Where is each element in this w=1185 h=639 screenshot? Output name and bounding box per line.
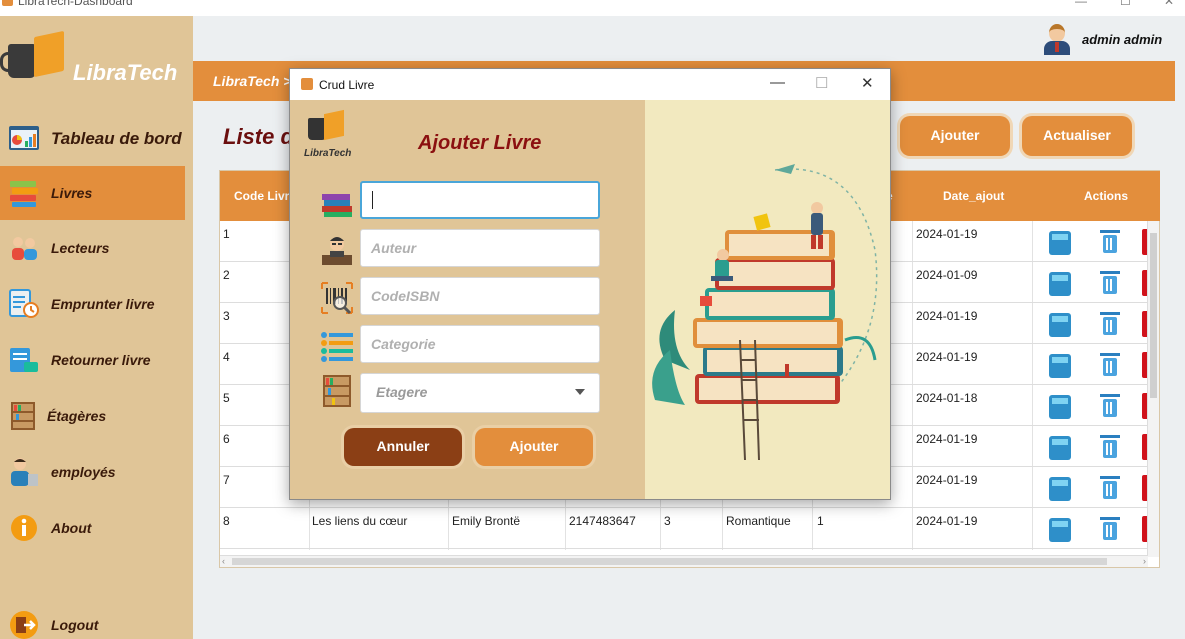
dialog-heading: Ajouter Livre <box>418 132 542 154</box>
edit-icon[interactable] <box>1049 518 1071 542</box>
dialog-illustration <box>645 100 890 499</box>
delete-icon[interactable] <box>1100 517 1120 540</box>
edit-icon[interactable] <box>1049 231 1071 255</box>
sidebar-item-return[interactable]: Retourner livre <box>0 333 185 387</box>
brand-logo: LibraTech <box>0 30 188 94</box>
dialog-title: Crud Livre <box>319 78 375 92</box>
brand-name: LibraTech <box>73 60 178 85</box>
sidebar-item-label: Emprunter livre <box>51 296 155 312</box>
sidebar-item-readers[interactable]: Lecteurs <box>0 221 185 275</box>
add-button[interactable]: Ajouter <box>475 428 593 466</box>
sidebar-item-label: Livres <box>51 185 93 201</box>
books-icon <box>10 181 38 207</box>
horizontal-scrollbar[interactable]: ‹ › <box>220 555 1148 567</box>
category-list-icon <box>321 332 353 362</box>
column-header-date[interactable]: Date_ajout <box>943 189 1004 203</box>
book-icon <box>324 109 344 141</box>
sidebar-item-label: About <box>51 520 92 536</box>
column-header-code[interactable]: Code Livre <box>234 189 296 203</box>
sidebar-item-label: Tableau de bord <box>51 129 182 148</box>
delete-icon[interactable] <box>1100 312 1120 335</box>
sidebar-item-label: Retourner livre <box>51 352 151 368</box>
window-title: LibraTech-Dashboard <box>18 0 133 8</box>
refresh-button[interactable]: Actualiser <box>1022 116 1132 156</box>
return-icon <box>10 348 38 372</box>
sidebar-item-books[interactable]: Livres <box>0 166 185 220</box>
cancel-button[interactable]: Annuler <box>344 428 462 466</box>
user-avatar[interactable] <box>1042 24 1072 56</box>
logout-label: Logout <box>51 617 99 633</box>
category-field[interactable]: Categorie <box>360 325 600 363</box>
logout-button[interactable]: Logout <box>0 598 185 639</box>
window-titlebar: LibraTech-Dashboard — ☐ ✕ <box>0 0 1185 16</box>
close-icon[interactable]: ✕ <box>861 74 874 92</box>
logout-icon <box>10 611 38 639</box>
readers-icon <box>12 237 37 260</box>
dialog-form-panel: LibraTech Ajouter Livre Auteur CodeISBN <box>290 100 645 499</box>
vertical-scrollbar[interactable] <box>1147 221 1159 557</box>
delete-icon[interactable] <box>1100 435 1120 458</box>
book-title-input[interactable] <box>360 181 600 219</box>
dialog-titlebar: Crud Livre — ☐ ✕ <box>290 69 890 100</box>
maximize-icon[interactable]: ☐ <box>815 74 828 92</box>
books-icon <box>322 194 352 217</box>
author-icon <box>322 237 352 265</box>
close-icon[interactable]: ✕ <box>1164 0 1174 8</box>
dashboard-icon <box>9 126 39 150</box>
isbn-field[interactable]: CodeISBN <box>360 277 600 315</box>
author-field[interactable]: Auteur <box>360 229 600 267</box>
book-icon <box>34 30 64 78</box>
maximize-icon[interactable]: ☐ <box>1120 0 1131 8</box>
scroll-right-icon[interactable]: › <box>1143 556 1146 566</box>
table-row[interactable]: 8 Les liens du cœur Emily Brontë 2147483… <box>220 508 1150 549</box>
barcode-icon <box>321 282 353 315</box>
chevron-down-icon <box>575 389 585 395</box>
minimize-icon[interactable]: — <box>770 74 785 91</box>
dialog-app-icon <box>301 78 313 90</box>
edit-icon[interactable] <box>1049 354 1071 378</box>
mug-icon <box>0 44 36 78</box>
shelf-select[interactable]: Etagere <box>360 373 600 413</box>
sidebar-item-label: Lecteurs <box>51 240 110 256</box>
dialog-logo: LibraTech <box>302 109 362 160</box>
sidebar-item-dashboard[interactable]: Tableau de bord <box>0 112 185 166</box>
edit-icon[interactable] <box>1049 272 1071 296</box>
scroll-left-icon[interactable]: ‹ <box>222 556 225 566</box>
books-illustration <box>652 164 878 461</box>
minimize-icon[interactable]: — <box>1075 0 1087 8</box>
scrollbar-thumb[interactable] <box>1150 233 1157 398</box>
sidebar: LibraTech Tableau de bord Livres Lecteur… <box>0 16 193 639</box>
employees-icon <box>11 458 38 486</box>
page-title: Liste d <box>223 124 294 149</box>
edit-icon[interactable] <box>1049 436 1071 460</box>
scrollbar-thumb[interactable] <box>232 558 1107 565</box>
sidebar-item-label: employés <box>51 464 116 480</box>
edit-icon[interactable] <box>1049 395 1071 419</box>
sidebar-item-label: Étagères <box>47 408 107 424</box>
sidebar-item-shelves[interactable]: Étagères <box>0 389 185 443</box>
delete-icon[interactable] <box>1100 230 1120 253</box>
edit-icon[interactable] <box>1049 313 1071 337</box>
shelves-icon <box>11 402 35 430</box>
shelves-icon <box>323 375 351 407</box>
app-icon <box>2 0 13 6</box>
breadcrumb[interactable]: LibraTech > <box>213 73 291 89</box>
column-header-actions: Actions <box>1084 189 1129 203</box>
info-icon <box>11 515 37 541</box>
borrow-icon <box>9 289 39 318</box>
delete-icon[interactable] <box>1100 271 1120 294</box>
user-name[interactable]: admin admin <box>1082 32 1162 47</box>
add-book-button[interactable]: Ajouter <box>900 116 1010 156</box>
shelf-select-value: Etagere <box>376 384 428 400</box>
sidebar-item-borrow[interactable]: Emprunter livre <box>0 277 185 331</box>
edit-icon[interactable] <box>1049 477 1071 501</box>
delete-icon[interactable] <box>1100 476 1120 499</box>
sidebar-item-employees[interactable]: employés <box>0 445 185 499</box>
delete-icon[interactable] <box>1100 394 1120 417</box>
crud-book-dialog: Crud Livre — ☐ ✕ LibraTech Ajouter Livre… <box>289 68 891 500</box>
sidebar-item-about[interactable]: About <box>0 501 185 555</box>
delete-icon[interactable] <box>1100 353 1120 376</box>
